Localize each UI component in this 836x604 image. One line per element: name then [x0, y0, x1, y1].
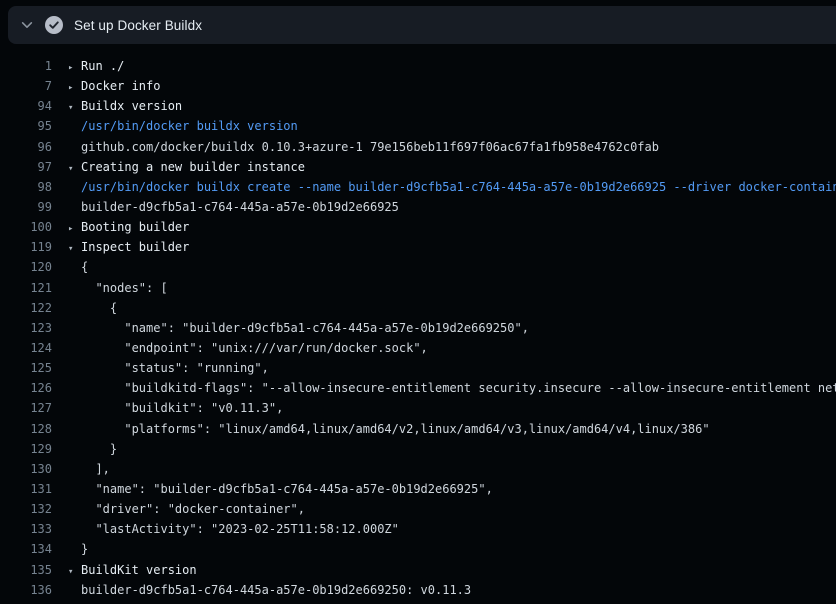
- output-text: ],: [81, 462, 110, 476]
- line-number-link[interactable]: 100: [0, 217, 52, 237]
- output-text: "name": "builder-d9cfb5a1-c764-445a-a57e…: [81, 482, 493, 496]
- log-line: 99 builder-d9cfb5a1-c764-445a-a57e-0b19d2…: [0, 197, 836, 217]
- command-text: /usr/bin/docker buildx version: [81, 119, 298, 133]
- group-toggle-collapsed-icon[interactable]: ▸: [68, 78, 81, 96]
- line-number-link[interactable]: 7: [0, 76, 52, 96]
- log-line: 131 "name": "builder-d9cfb5a1-c764-445a-…: [0, 479, 836, 499]
- check-circle-icon: [45, 16, 63, 34]
- line-number-link[interactable]: 127: [0, 398, 52, 418]
- log-line: 127 "buildkit": "v0.11.3",: [0, 398, 836, 418]
- line-number-link[interactable]: 122: [0, 298, 52, 318]
- line-number-link[interactable]: 135: [0, 560, 52, 580]
- group-toggle-expanded-icon[interactable]: ▾: [68, 562, 81, 580]
- output-text: "driver": "docker-container",: [81, 502, 305, 516]
- line-number-link[interactable]: 95: [0, 116, 52, 136]
- output-text: "buildkitd-flags": "--allow-insecure-ent…: [81, 381, 836, 395]
- output-text: }: [81, 542, 88, 556]
- output-text: github.com/docker/buildx 0.10.3+azure-1 …: [81, 140, 659, 154]
- line-number-link[interactable]: 96: [0, 137, 52, 157]
- line-number-link[interactable]: 129: [0, 439, 52, 459]
- output-text: {: [81, 301, 117, 315]
- group-title[interactable]: Docker info: [81, 79, 160, 93]
- log-line: 1 ▸Run ./: [0, 56, 836, 76]
- output-text: "endpoint": "unix:///var/run/docker.sock…: [81, 341, 428, 355]
- group-title[interactable]: BuildKit version: [81, 563, 197, 577]
- output-text: "buildkit": "v0.11.3",: [81, 401, 283, 415]
- line-number-link[interactable]: 128: [0, 419, 52, 439]
- output-text: builder-d9cfb5a1-c764-445a-a57e-0b19d2e6…: [81, 200, 399, 214]
- log-line: 97 ▾Creating a new builder instance: [0, 157, 836, 177]
- line-number-link[interactable]: 126: [0, 378, 52, 398]
- log-line: 120 {: [0, 257, 836, 277]
- log-line: 130 ],: [0, 459, 836, 479]
- output-text: {: [81, 260, 88, 274]
- line-number-link[interactable]: 133: [0, 519, 52, 539]
- output-text: "lastActivity": "2023-02-25T11:58:12.000…: [81, 522, 399, 536]
- line-number-link[interactable]: 130: [0, 459, 52, 479]
- line-number-link[interactable]: 94: [0, 96, 52, 116]
- output-text: builder-d9cfb5a1-c764-445a-a57e-0b19d2e6…: [81, 583, 471, 597]
- line-number-link[interactable]: 136: [0, 580, 52, 600]
- line-number-link[interactable]: 124: [0, 338, 52, 358]
- line-number-link[interactable]: 98: [0, 177, 52, 197]
- log-line: 132 "driver": "docker-container",: [0, 499, 836, 519]
- line-number-link[interactable]: 99: [0, 197, 52, 217]
- log-line: 126 "buildkitd-flags": "--allow-insecure…: [0, 378, 836, 398]
- group-toggle-collapsed-icon[interactable]: ▸: [68, 219, 81, 237]
- log-line: 7 ▸Docker info: [0, 76, 836, 96]
- command-text: /usr/bin/docker buildx create --name bui…: [81, 180, 836, 194]
- line-number-link[interactable]: 132: [0, 499, 52, 519]
- log-line: 119 ▾Inspect builder: [0, 237, 836, 257]
- log-line: 135 ▾BuildKit version: [0, 560, 836, 580]
- log-line: 129 }: [0, 439, 836, 459]
- log-line: 133 "lastActivity": "2023-02-25T11:58:12…: [0, 519, 836, 539]
- log-line: 128 "platforms": "linux/amd64,linux/amd6…: [0, 419, 836, 439]
- line-number-link[interactable]: 134: [0, 539, 52, 559]
- line-number-link[interactable]: 131: [0, 479, 52, 499]
- group-title[interactable]: Inspect builder: [81, 240, 189, 254]
- group-title[interactable]: Run ./: [81, 59, 124, 73]
- line-number-link[interactable]: 119: [0, 237, 52, 257]
- log-line: 123 "name": "builder-d9cfb5a1-c764-445a-…: [0, 318, 836, 338]
- log-output: 1▸Run ./7▸Docker info94▾Buildx version95…: [0, 44, 836, 604]
- log-line: 134}: [0, 539, 836, 559]
- group-toggle-expanded-icon[interactable]: ▾: [68, 98, 81, 116]
- group-toggle-expanded-icon[interactable]: ▾: [68, 159, 81, 177]
- log-line: 122 {: [0, 298, 836, 318]
- group-title[interactable]: Buildx version: [81, 99, 182, 113]
- log-line: 94 ▾Buildx version: [0, 96, 836, 116]
- output-text: "platforms": "linux/amd64,linux/amd64/v2…: [81, 422, 710, 436]
- step-title: Set up Docker Buildx: [74, 18, 202, 33]
- log-line: 121 "nodes": [: [0, 278, 836, 298]
- log-line: 95/usr/bin/docker buildx version: [0, 116, 836, 136]
- line-number-link[interactable]: 120: [0, 257, 52, 277]
- log-line: 136 builder-d9cfb5a1-c764-445a-a57e-0b19d…: [0, 580, 836, 600]
- log-line: 96 github.com/docker/buildx 0.10.3+azure-…: [0, 137, 836, 157]
- log-line: 100 ▸Booting builder: [0, 217, 836, 237]
- log-line: 124 "endpoint": "unix:///var/run/docker.…: [0, 338, 836, 358]
- output-text: }: [81, 442, 117, 456]
- group-title[interactable]: Creating a new builder instance: [81, 160, 305, 174]
- group-toggle-expanded-icon[interactable]: ▾: [68, 239, 81, 257]
- output-text: "status": "running",: [81, 361, 269, 375]
- line-number-link[interactable]: 123: [0, 318, 52, 338]
- chevron-down-icon[interactable]: [20, 18, 34, 32]
- group-toggle-collapsed-icon[interactable]: ▸: [68, 58, 81, 76]
- output-text: "name": "builder-d9cfb5a1-c764-445a-a57e…: [81, 321, 529, 335]
- line-number-link[interactable]: 125: [0, 358, 52, 378]
- line-number-link[interactable]: 97: [0, 157, 52, 177]
- output-text: "nodes": [: [81, 281, 168, 295]
- log-line: 125 "status": "running",: [0, 358, 836, 378]
- line-number-link[interactable]: 1: [0, 56, 52, 76]
- group-title[interactable]: Booting builder: [81, 220, 189, 234]
- step-header[interactable]: Set up Docker Buildx: [8, 6, 836, 44]
- line-number-link[interactable]: 121: [0, 278, 52, 298]
- log-line: 98/usr/bin/docker buildx create --name b…: [0, 177, 836, 197]
